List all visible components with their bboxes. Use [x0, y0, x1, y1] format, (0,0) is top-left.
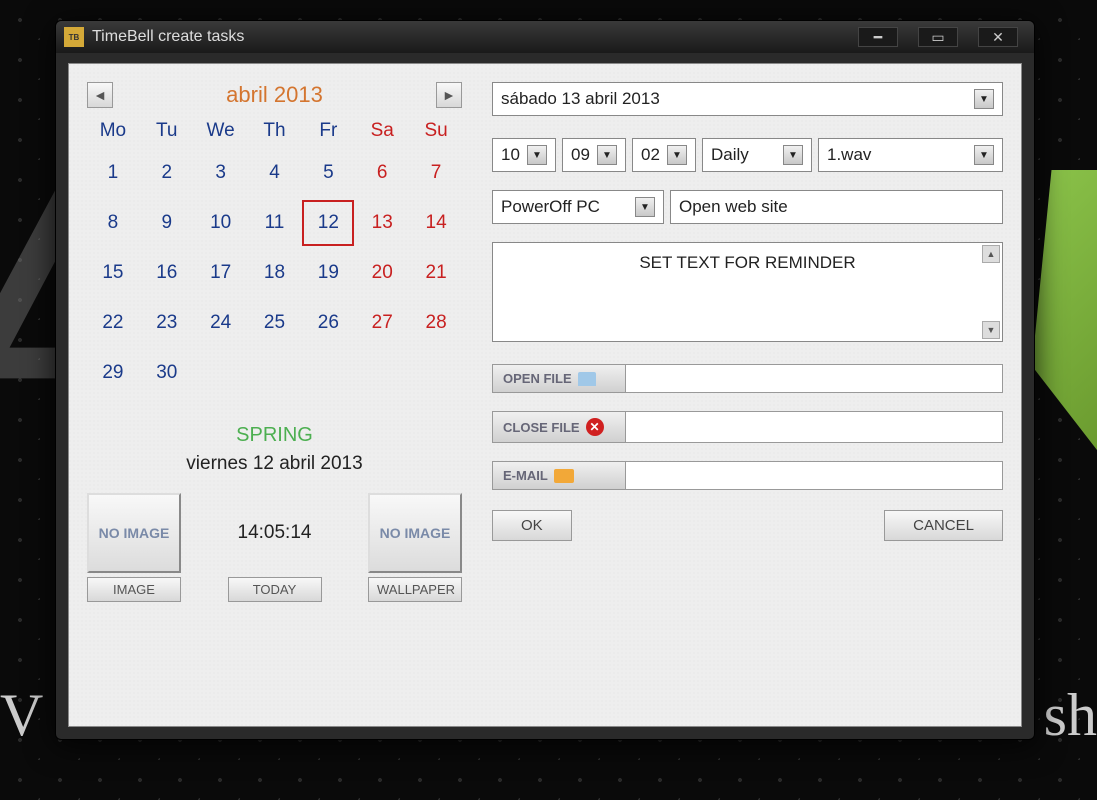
- next-month-button[interactable]: ►: [436, 82, 462, 108]
- calendar-day[interactable]: 30: [141, 350, 193, 396]
- reminder-placeholder: SET TEXT FOR REMINDER: [493, 243, 1002, 273]
- date-dropdown-value: sábado 13 abril 2013: [501, 89, 660, 109]
- calendar-day[interactable]: 17: [195, 250, 247, 296]
- reminder-textarea[interactable]: SET TEXT FOR REMINDER ▲ ▼: [492, 242, 1003, 342]
- calendar-grid: MoTuWeThFrSaSu12345678910111213141516171…: [87, 116, 462, 396]
- chevron-down-icon: ▼: [783, 145, 803, 165]
- app-icon: TB: [64, 27, 84, 47]
- month-label: abril 2013: [226, 82, 323, 108]
- calendar-day[interactable]: 3: [195, 150, 247, 196]
- current-date-label: viernes 12 abril 2013: [87, 453, 462, 475]
- dow-header: Tu: [141, 116, 193, 146]
- calendar-day[interactable]: 19: [302, 250, 354, 296]
- calendar-day[interactable]: 20: [356, 250, 408, 296]
- time-display: 14:05:14: [238, 493, 312, 573]
- prev-month-button[interactable]: ◄: [87, 82, 113, 108]
- chevron-down-icon: ▼: [597, 145, 617, 165]
- open-file-button[interactable]: OPEN FILE: [492, 364, 626, 393]
- calendar-day[interactable]: 14: [410, 200, 462, 246]
- folder-icon: [578, 372, 596, 386]
- action-dropdown[interactable]: PowerOff PC▼: [492, 190, 664, 224]
- today-button[interactable]: TODAY: [228, 577, 322, 602]
- scroll-down-icon[interactable]: ▼: [982, 321, 1000, 339]
- calendar-day[interactable]: 12: [302, 200, 354, 246]
- chevron-down-icon: ▼: [974, 89, 994, 109]
- calendar-day[interactable]: 10: [195, 200, 247, 246]
- second-dropdown[interactable]: 02▼: [632, 138, 696, 172]
- calendar-day[interactable]: 15: [87, 250, 139, 296]
- bg-decor-text-left: V: [0, 681, 43, 750]
- mail-icon: [554, 469, 574, 483]
- calendar-day[interactable]: 25: [249, 300, 301, 346]
- wallpaper-button[interactable]: WALLPAPER: [368, 577, 462, 602]
- calendar-day[interactable]: 2: [141, 150, 193, 196]
- dow-header: Th: [249, 116, 301, 146]
- date-dropdown[interactable]: sábado 13 abril 2013 ▼: [492, 82, 1003, 116]
- dow-header: Fr: [302, 116, 354, 146]
- calendar-day[interactable]: 23: [141, 300, 193, 346]
- titlebar[interactable]: TB TimeBell create tasks ━ ▭ ✕: [56, 21, 1034, 53]
- image-slot[interactable]: NO IMAGE: [87, 493, 181, 573]
- close-button[interactable]: ✕: [978, 27, 1018, 47]
- open-file-input[interactable]: [626, 364, 1003, 393]
- calendar-day[interactable]: 13: [356, 200, 408, 246]
- bg-decor-text-right: sh: [1044, 681, 1097, 750]
- email-input[interactable]: [626, 461, 1003, 490]
- client-area: ◄ abril 2013 ► MoTuWeThFrSaSu12345678910…: [68, 63, 1022, 727]
- app-window: TB TimeBell create tasks ━ ▭ ✕ ◄ abril 2…: [55, 20, 1035, 740]
- calendar-day[interactable]: 7: [410, 150, 462, 196]
- dow-header: Sa: [356, 116, 408, 146]
- calendar-day[interactable]: 29: [87, 350, 139, 396]
- calendar-day[interactable]: 16: [141, 250, 193, 296]
- chevron-down-icon: ▼: [974, 145, 994, 165]
- scroll-up-icon[interactable]: ▲: [982, 245, 1000, 263]
- ok-button[interactable]: OK: [492, 510, 572, 541]
- dow-header: Su: [410, 116, 462, 146]
- repeat-dropdown[interactable]: Daily▼: [702, 138, 812, 172]
- chevron-down-icon: ▼: [667, 145, 687, 165]
- calendar-day[interactable]: 11: [249, 200, 301, 246]
- cancel-button[interactable]: CANCEL: [884, 510, 1003, 541]
- dow-header: We: [195, 116, 247, 146]
- dow-header: Mo: [87, 116, 139, 146]
- sound-dropdown[interactable]: 1.wav▼: [818, 138, 1003, 172]
- calendar-day[interactable]: 4: [249, 150, 301, 196]
- calendar-day[interactable]: 6: [356, 150, 408, 196]
- calendar-day[interactable]: 5: [302, 150, 354, 196]
- window-title: TimeBell create tasks: [92, 28, 244, 46]
- calendar-day[interactable]: 28: [410, 300, 462, 346]
- hour-dropdown[interactable]: 10▼: [492, 138, 556, 172]
- image-button[interactable]: IMAGE: [87, 577, 181, 602]
- calendar-day[interactable]: 22: [87, 300, 139, 346]
- close-icon: ✕: [586, 418, 604, 436]
- wallpaper-slot[interactable]: NO IMAGE: [368, 493, 462, 573]
- season-label: SPRING: [87, 424, 462, 447]
- calendar-day[interactable]: 26: [302, 300, 354, 346]
- close-file-button[interactable]: CLOSE FILE ✕: [492, 411, 626, 443]
- calendar-day[interactable]: 18: [249, 250, 301, 296]
- calendar-day[interactable]: 8: [87, 200, 139, 246]
- calendar-day[interactable]: 24: [195, 300, 247, 346]
- calendar-day[interactable]: 21: [410, 250, 462, 296]
- chevron-down-icon: ▼: [635, 197, 655, 217]
- url-input[interactable]: Open web site: [670, 190, 1003, 224]
- calendar-day[interactable]: 27: [356, 300, 408, 346]
- close-file-input[interactable]: [626, 411, 1003, 443]
- calendar-day[interactable]: 1: [87, 150, 139, 196]
- email-button[interactable]: E-MAIL: [492, 461, 626, 490]
- maximize-button[interactable]: ▭: [918, 27, 958, 47]
- calendar-day[interactable]: 9: [141, 200, 193, 246]
- chevron-down-icon: ▼: [527, 145, 547, 165]
- minimize-button[interactable]: ━: [858, 27, 898, 47]
- minute-dropdown[interactable]: 09▼: [562, 138, 626, 172]
